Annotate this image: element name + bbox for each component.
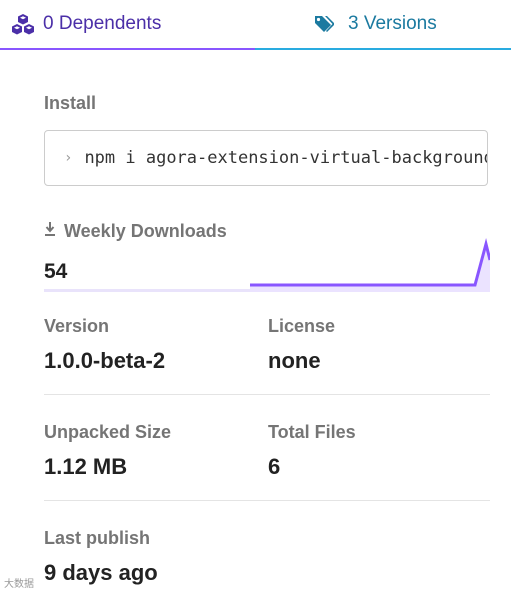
install-label: Install (44, 93, 97, 113)
divider (44, 500, 490, 501)
download-icon (45, 222, 55, 236)
total-files-label: Total Files (268, 422, 356, 442)
unpacked-size-value: 1.12 MB (44, 454, 128, 479)
divider (44, 394, 490, 395)
version-value: 1.0.0-beta-2 (44, 348, 166, 373)
install-command-box[interactable]: › npm i agora-extension-virtual-backgrou… (44, 130, 488, 186)
sparkline-line (250, 238, 490, 287)
last-publish-value: 9 days ago (44, 560, 158, 585)
version-label: Version (44, 316, 110, 336)
tags-icon (315, 16, 334, 32)
install-command[interactable]: npm i agora-extension-virtual-background (84, 148, 487, 168)
watermark: 大数据 (4, 579, 34, 590)
tab-dependents[interactable]: 0 Dependents (0, 0, 255, 50)
package-tabs: 0 Dependents 3 Versions (0, 0, 511, 50)
tab-versions[interactable]: 3 Versions (255, 0, 511, 50)
tab-versions-label: 3 Versions (348, 13, 437, 34)
total-files-value: 6 (268, 454, 281, 479)
last-publish-label: Last publish (44, 528, 151, 548)
weekly-downloads-sparkline (44, 238, 490, 292)
license-label: License (268, 316, 336, 336)
unpacked-size-label: Unpacked Size (44, 422, 172, 442)
prompt-icon: › (64, 150, 73, 166)
tab-dependents-label: 0 Dependents (43, 13, 162, 34)
license-value: none (268, 348, 321, 373)
cubes-icon (12, 14, 34, 35)
